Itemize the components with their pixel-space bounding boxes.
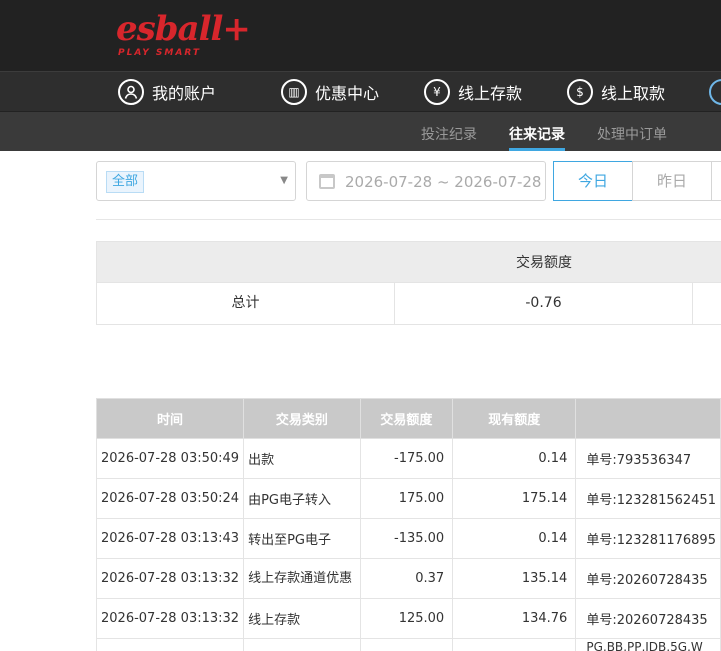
cell-time: 2026-07-28 03:50:24: [95, 478, 245, 519]
withdraw-icon: $: [567, 79, 593, 105]
active-tab-indicator: [509, 148, 565, 151]
date-range-picker[interactable]: 2026-07-28 ~ 2026-07-28: [306, 161, 546, 201]
cell-note: 单号:123281562451: [575, 478, 721, 519]
summary-header: 交易额度: [96, 241, 721, 283]
cell-note: 单号:20260728435: [575, 598, 721, 639]
calendar-icon: [319, 174, 335, 189]
selected-type-tag: 全部: [106, 171, 145, 193]
cell-note: 单号:123281176895: [575, 518, 721, 559]
nav-item-my-account[interactable]: 我的账户: [118, 78, 216, 106]
table-row: 2026-07-28 03:13:32 线上存款 125.00 134.76 单…: [95, 598, 721, 639]
sub-nav: 投注纪录 往来记录 处理中订单: [0, 111, 721, 151]
cell-amount: 125.00: [359, 598, 454, 639]
cell-time: 2026-07-28 03:13:43: [95, 518, 245, 559]
next-range-button[interactable]: [711, 161, 721, 201]
nav-label: 优惠中心: [315, 84, 380, 103]
divider: [96, 219, 721, 220]
cell-time: 2026-07-28 03:50:49: [95, 438, 245, 479]
table-row: PG,BB,PP,JDB,5G,W: [95, 638, 721, 651]
cell-note: PG,BB,PP,JDB,5G,W: [575, 638, 721, 651]
yesterday-button[interactable]: 昨日: [632, 161, 712, 201]
cell-time: 2026-07-28 03:13:32: [95, 558, 245, 599]
deposit-icon: ¥: [424, 79, 450, 105]
nav-item-more[interactable]: [709, 78, 721, 106]
tab-transaction-records[interactable]: 往来记录: [509, 124, 565, 144]
cell-balance: 134.76: [452, 598, 577, 639]
nav-label: 我的账户: [152, 84, 217, 103]
cell-balance: 135.14: [452, 558, 577, 599]
col-type: 交易类别: [243, 398, 361, 439]
today-button[interactable]: 今日: [553, 161, 633, 201]
nav-label: 线上存款: [458, 84, 523, 103]
table-row: 2026-07-28 03:13:43 转出至PG电子 -135.00 0.14…: [95, 518, 721, 559]
user-icon: [118, 79, 144, 105]
summary-header-amount: 交易额度: [516, 255, 572, 271]
cell-balance: 0.14: [452, 518, 577, 559]
cell-type: 线上存款通道优惠: [243, 558, 361, 599]
top-header: esball+ PLAY SMART: [0, 0, 721, 71]
cell-note: 单号:793536347: [575, 438, 721, 479]
table-row: 2026-07-28 03:13:32 线上存款通道优惠 0.37 135.14…: [95, 558, 721, 599]
cell-balance: 175.14: [452, 478, 577, 519]
cell-type: [243, 638, 361, 651]
cell-type: 转出至PG电子: [243, 518, 361, 559]
main-nav: 我的账户 ▥ 优惠中心 ¥ 线上存款 $ 线上取款: [0, 71, 721, 111]
cell-amount: -175.00: [359, 438, 454, 479]
transactions-table: 时间 交易类别 交易额度 现有额度 2026-07-28 03:50:49 出款…: [95, 398, 721, 651]
nav-item-promotions[interactable]: ▥ 优惠中心: [281, 78, 379, 106]
nav-item-online-withdraw[interactable]: $ 线上取款: [567, 78, 665, 106]
summary-total-label: 总计: [97, 283, 395, 324]
cell-note: 单号:20260728435: [575, 558, 721, 599]
nav-label: 线上取款: [601, 84, 666, 103]
cell-time: 2026-07-28 03:13:32: [95, 598, 245, 639]
cell-type: 线上存款: [243, 598, 361, 639]
more-icon: [709, 79, 721, 105]
tab-bet-records[interactable]: 投注纪录: [421, 124, 477, 144]
cell-type: 出款: [243, 438, 361, 479]
date-range-text: 2026-07-28 ~ 2026-07-28: [345, 173, 542, 191]
cell-balance: [452, 638, 577, 651]
tab-pending-orders[interactable]: 处理中订单: [597, 124, 667, 144]
col-time: 时间: [95, 398, 245, 439]
col-amount: 交易额度: [359, 398, 454, 439]
cell-amount: 175.00: [359, 478, 454, 519]
cell-amount: -135.00: [359, 518, 454, 559]
cell-balance: 0.14: [452, 438, 577, 479]
summary-total-value: -0.76: [395, 283, 693, 324]
logo-wordmark: esball+: [116, 9, 251, 49]
cell-amount: [359, 638, 454, 651]
col-note: [575, 398, 721, 439]
nav-item-online-deposit[interactable]: ¥ 线上存款: [424, 78, 522, 106]
col-balance: 现有额度: [452, 398, 577, 439]
esball-logo[interactable]: esball+ PLAY SMART: [116, 9, 251, 58]
chevron-down-icon: ▼: [280, 175, 288, 186]
transaction-type-select[interactable]: 全部 ▼: [96, 161, 296, 201]
summary-row: 总计 -0.76: [96, 283, 721, 325]
logo-tagline: PLAY SMART: [118, 48, 201, 58]
cell-amount: 0.37: [359, 558, 454, 599]
table-header-row: 时间 交易类别 交易额度 现有额度: [95, 398, 721, 439]
cell-type: 由PG电子转入: [243, 478, 361, 519]
table-row: 2026-07-28 03:50:49 出款 -175.00 0.14 单号:7…: [95, 438, 721, 479]
table-row: 2026-07-28 03:50:24 由PG电子转入 175.00 175.1…: [95, 478, 721, 519]
cell-time: [95, 638, 245, 651]
summary-table: 交易额度 总计 -0.76: [96, 241, 721, 325]
gift-icon: ▥: [281, 79, 307, 105]
